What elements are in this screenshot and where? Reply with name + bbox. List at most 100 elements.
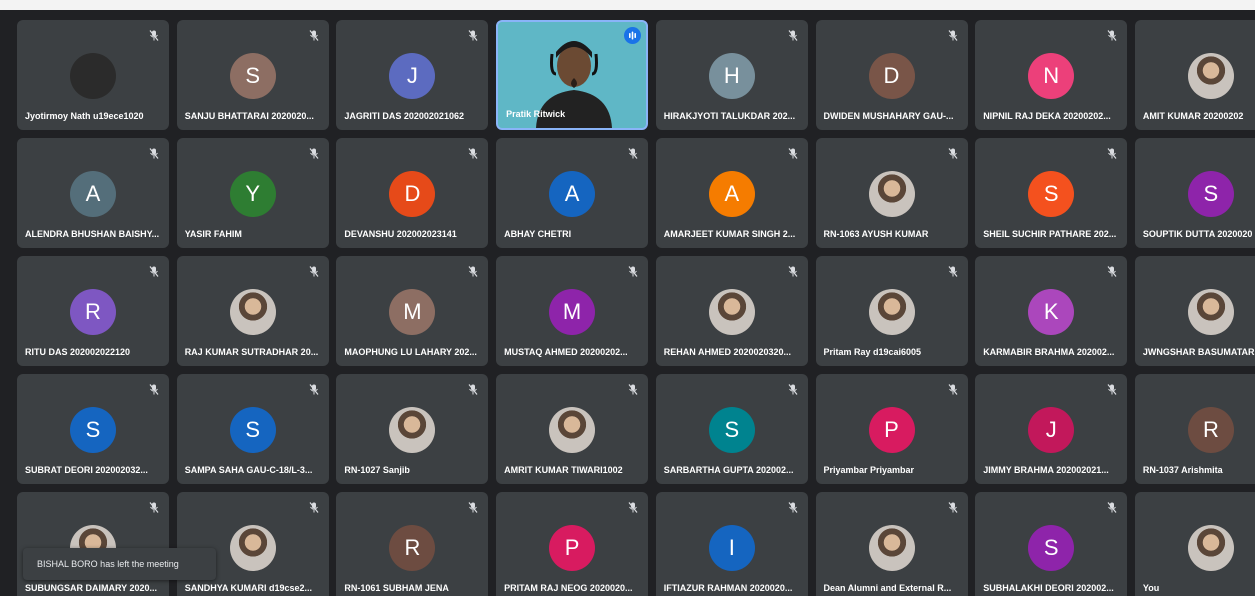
mic-off-icon — [149, 146, 159, 159]
avatar-photo — [229, 525, 276, 571]
participant-tile[interactable]: S SUBHALAKHI DEORI 202002... — [975, 492, 1128, 596]
participant-name: You — [1142, 583, 1160, 593]
mic-off-icon — [309, 146, 319, 159]
mic-off-icon — [149, 382, 159, 395]
participant-tile[interactable]: JWNGSHAR BASUMATAR — [1134, 256, 1255, 366]
participant-tile[interactable]: N NIPNIL RAJ DEKA 20200202... — [975, 20, 1128, 130]
participant-tile[interactable]: AMRIT KUMAR TIWARI1002 — [496, 374, 649, 484]
participant-name: JWNGSHAR BASUMATAR — [1142, 347, 1255, 357]
participant-name: RN-1027 Sanjib — [344, 465, 410, 475]
participant-name: RITU DAS 202002022120 — [25, 347, 131, 357]
participant-tile[interactable]: A ALENDRA BHUSHAN BAISHY... — [17, 138, 169, 248]
participant-tile[interactable]: D DEVANSHU 202002023141 — [336, 138, 489, 248]
participant-tile[interactable]: S SAMPA SAHA GAU-C-18/L-3... — [176, 374, 329, 484]
participant-name: ABHAY CHETRI — [504, 229, 572, 239]
participant-tile[interactable]: P PRITAM RAJ NEOG 2020020... — [496, 492, 649, 596]
mic-off-icon — [1107, 500, 1117, 513]
participant-name: RN-1037 Arishmita — [1142, 465, 1223, 475]
participant-tile[interactable]: R RN-1061 SUBHAM JENA — [336, 492, 489, 596]
participant-name: MUSTAQ AHMED 20200202... — [504, 347, 628, 357]
mic-off-icon — [468, 146, 478, 159]
mic-off-icon — [468, 382, 478, 395]
participant-tile[interactable]: J JIMMY BRAHMA 202002021... — [975, 374, 1128, 484]
mic-off-icon — [1107, 146, 1117, 159]
participant-tile[interactable]: Pratik Ritwick — [496, 20, 649, 130]
participant-tile[interactable]: S SARBARTHA GUPTA 202002... — [655, 374, 808, 484]
avatar: J — [389, 53, 436, 99]
avatar-photo — [1187, 53, 1234, 99]
participant-tile[interactable]: S SHEIL SUCHIR PATHARE 202... — [975, 138, 1128, 248]
avatar: Y — [229, 171, 276, 217]
participant-tile[interactable]: Jyotirmoy Nath u19ece1020 — [17, 20, 169, 130]
mic-off-icon — [149, 28, 159, 41]
avatar: M — [549, 289, 596, 335]
participant-name: RAJ KUMAR SUTRADHAR 20... — [184, 347, 319, 357]
mic-off-icon — [149, 500, 159, 513]
participant-name: YASIR FAHIM — [184, 229, 242, 239]
participant-tile[interactable]: SANDHYA KUMARI d19cse2... — [176, 492, 329, 596]
speaking-indicator-icon — [624, 27, 642, 44]
participant-tile[interactable]: S SANJU BHATTARAI 2020020... — [176, 20, 329, 130]
participant-name: HIRAKJYOTI TALUKDAR 202... — [663, 111, 796, 121]
mic-off-icon — [309, 28, 319, 41]
mic-off-icon — [628, 500, 638, 513]
participant-name: SOUPTIK DUTTA 2020020 — [1142, 229, 1253, 239]
participant-name: MAOPHUNG LU LAHARY 202... — [344, 347, 477, 357]
participant-name: Priyambar Priyambar — [823, 465, 915, 475]
participant-tile[interactable]: M MAOPHUNG LU LAHARY 202... — [336, 256, 489, 366]
participant-grid: Jyotirmoy Nath u19ece1020 S SANJU BHATTARA… — [0, 10, 1255, 596]
participant-tile[interactable]: SUBUNGSAR DAIMARY 2020... — [17, 492, 169, 596]
participant-tile[interactable]: R RN-1037 Arishmita — [1134, 374, 1255, 484]
mic-off-icon — [788, 500, 798, 513]
avatar: D — [389, 171, 436, 217]
avatar-photo — [708, 289, 755, 335]
avatar: S — [708, 407, 755, 453]
participant-name: SUBRAT DEORI 202002032... — [25, 465, 148, 475]
mic-off-icon — [788, 28, 798, 41]
participant-name: SARBARTHA GUPTA 202002... — [663, 465, 794, 475]
participant-name: AMARJEET KUMAR SINGH 2... — [663, 229, 796, 239]
participant-tile[interactable]: S SUBRAT DEORI 202002032... — [17, 374, 169, 484]
participant-name: SHEIL SUCHIR PATHARE 202... — [983, 229, 1117, 239]
participant-tile[interactable]: REHAN AHMED 2020020320... — [655, 256, 808, 366]
avatar: S — [1028, 171, 1075, 217]
participant-tile[interactable]: P Priyambar Priyambar — [815, 374, 968, 484]
participant-tile[interactable]: Dean Alumni and External R... — [815, 492, 968, 596]
participant-tile[interactable]: S SOUPTIK DUTTA 2020020 — [1134, 138, 1255, 248]
participant-tile[interactable]: You — [1134, 492, 1255, 596]
participant-name: KARMABIR BRAHMA 202002... — [983, 347, 1115, 357]
mic-off-icon — [628, 146, 638, 159]
participant-tile[interactable]: AMIT KUMAR 20200202 — [1134, 20, 1255, 130]
participant-tile[interactable]: A ABHAY CHETRI — [496, 138, 649, 248]
participant-tile[interactable]: R RITU DAS 202002022120 — [17, 256, 169, 366]
participant-tile[interactable]: RAJ KUMAR SUTRADHAR 20... — [176, 256, 329, 366]
avatar-photo — [70, 53, 116, 99]
participant-name: Pratik Ritwick — [506, 109, 566, 119]
participant-tile[interactable]: I IFTIAZUR RAHMAN 2020020... — [655, 492, 808, 596]
participant-tile[interactable]: D DWIDEN MUSHAHARY GAU-... — [815, 20, 968, 130]
avatar: S — [229, 53, 276, 99]
participant-tile[interactable]: H HIRAKJYOTI TALUKDAR 202... — [655, 20, 808, 130]
avatar: K — [1028, 289, 1075, 335]
participant-tile[interactable]: J JAGRITI DAS 202002021062 — [336, 20, 489, 130]
participant-tile[interactable]: M MUSTAQ AHMED 20200202... — [496, 256, 649, 366]
mic-off-icon — [468, 500, 478, 513]
participant-tile[interactable]: K KARMABIR BRAHMA 202002... — [975, 256, 1128, 366]
participant-tile[interactable]: A AMARJEET KUMAR SINGH 2... — [655, 138, 808, 248]
mic-off-icon — [309, 382, 319, 395]
participant-name: RN-1063 AYUSH KUMAR — [823, 229, 929, 239]
participant-name: Jyotirmoy Nath u19ece1020 — [25, 111, 144, 121]
avatar-photo — [389, 407, 436, 453]
participant-tile[interactable]: RN-1027 Sanjib — [336, 374, 489, 484]
mic-off-icon — [309, 264, 319, 277]
participant-tile[interactable]: Y YASIR FAHIM — [176, 138, 329, 248]
mic-off-icon — [788, 146, 798, 159]
participant-name: SAMPA SAHA GAU-C-18/L-3... — [184, 465, 313, 475]
participant-name: Pritam Ray d19cai6005 — [823, 347, 922, 357]
participant-tile[interactable]: Pritam Ray d19cai6005 — [815, 256, 968, 366]
participant-name: SANDHYA KUMARI d19cse2... — [184, 583, 313, 593]
mic-off-icon — [1107, 264, 1117, 277]
participant-tile[interactable]: RN-1063 AYUSH KUMAR — [815, 138, 968, 248]
avatar: S — [70, 407, 116, 453]
avatar: J — [1028, 407, 1075, 453]
